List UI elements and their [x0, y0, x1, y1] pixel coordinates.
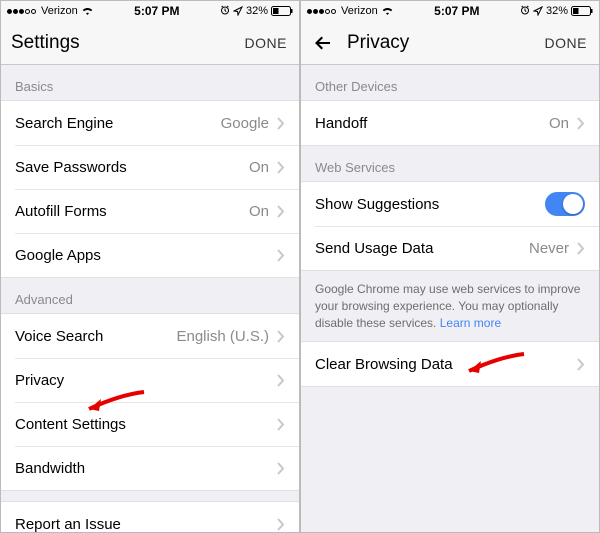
nav-header: Settings DONE [1, 21, 299, 65]
chevron-right-icon [577, 242, 585, 255]
battery-percent: 32% [546, 5, 568, 17]
battery-percent: 32% [246, 5, 268, 17]
screen-settings: Verizon 5:07 PM 32% Settings DONE Basics [0, 0, 300, 533]
status-time: 5:07 PM [134, 4, 179, 18]
screen-privacy: Verizon 5:07 PM 32% Privacy DONE Oth [300, 0, 600, 533]
group-web-services: Show Suggestions Send Usage Data Never [301, 181, 599, 271]
row-value: English (U.S.) [176, 328, 269, 345]
signal-dots-icon [7, 9, 36, 14]
row-label: Google Apps [15, 247, 277, 264]
page-title: Settings [11, 32, 80, 54]
carrier-label: Verizon [341, 5, 378, 17]
done-button[interactable]: DONE [245, 35, 287, 51]
row-label: Send Usage Data [315, 240, 529, 257]
chevron-right-icon [577, 358, 585, 371]
location-icon [533, 6, 543, 16]
row-bandwidth[interactable]: Bandwidth [1, 446, 299, 490]
learn-more-link[interactable]: Learn more [440, 316, 501, 330]
row-google-apps[interactable]: Google Apps [1, 233, 299, 277]
section-header-basics: Basics [1, 65, 299, 100]
row-label: Voice Search [15, 328, 176, 345]
carrier-label: Verizon [41, 5, 78, 17]
section-header-advanced: Advanced [1, 278, 299, 313]
row-label: Handoff [315, 115, 549, 132]
privacy-content[interactable]: Other Devices Handoff On Web Services Sh… [301, 65, 599, 532]
alarm-icon [220, 5, 230, 18]
row-report-issue[interactable]: Report an Issue [1, 502, 299, 532]
row-label: Show Suggestions [315, 196, 545, 213]
section-header-other-devices: Other Devices [301, 65, 599, 100]
group-support: Report an Issue Google Chrome [1, 501, 299, 532]
chevron-right-icon [277, 249, 285, 262]
wifi-icon [81, 6, 94, 16]
group-advanced: Voice Search English (U.S.) Privacy Cont… [1, 313, 299, 491]
chevron-right-icon [277, 418, 285, 431]
row-search-engine[interactable]: Search Engine Google [1, 101, 299, 145]
row-voice-search[interactable]: Voice Search English (U.S.) [1, 314, 299, 358]
chevron-right-icon [277, 374, 285, 387]
chevron-right-icon [277, 205, 285, 218]
row-label: Report an Issue [15, 516, 277, 533]
back-button[interactable] [311, 31, 335, 55]
row-value: On [249, 159, 269, 176]
row-send-usage-data[interactable]: Send Usage Data Never [301, 226, 599, 270]
row-content-settings[interactable]: Content Settings [1, 402, 299, 446]
web-services-footnote: Google Chrome may use web services to im… [301, 271, 599, 341]
row-label: Clear Browsing Data [315, 356, 577, 373]
chevron-right-icon [577, 117, 585, 130]
chevron-right-icon [277, 161, 285, 174]
chevron-right-icon [277, 330, 285, 343]
row-autofill-forms[interactable]: Autofill Forms On [1, 189, 299, 233]
status-bar: Verizon 5:07 PM 32% [301, 1, 599, 21]
done-button[interactable]: DONE [545, 35, 587, 51]
wifi-icon [381, 6, 394, 16]
alarm-icon [520, 5, 530, 18]
row-label: Search Engine [15, 115, 221, 132]
status-left: Verizon [7, 5, 94, 17]
row-value: On [249, 203, 269, 220]
group-other-devices: Handoff On [301, 100, 599, 146]
battery-icon [571, 6, 593, 16]
row-value: Never [529, 240, 569, 257]
row-label: Bandwidth [15, 460, 277, 477]
row-value: On [549, 115, 569, 132]
status-left: Verizon [307, 5, 394, 17]
row-label: Content Settings [15, 416, 277, 433]
chevron-right-icon [277, 117, 285, 130]
row-save-passwords[interactable]: Save Passwords On [1, 145, 299, 189]
status-bar: Verizon 5:07 PM 32% [1, 1, 299, 21]
nav-header: Privacy DONE [301, 21, 599, 65]
row-privacy[interactable]: Privacy [1, 358, 299, 402]
group-clear: Clear Browsing Data [301, 341, 599, 387]
row-clear-browsing-data[interactable]: Clear Browsing Data [301, 342, 599, 386]
status-time: 5:07 PM [434, 4, 479, 18]
settings-content[interactable]: Basics Search Engine Google Save Passwor… [1, 65, 299, 532]
chevron-right-icon [277, 518, 285, 531]
status-right: 32% [520, 5, 593, 18]
section-header-web-services: Web Services [301, 146, 599, 181]
toggle-show-suggestions[interactable] [545, 192, 585, 216]
signal-dots-icon [307, 9, 336, 14]
chevron-right-icon [277, 462, 285, 475]
status-right: 32% [220, 5, 293, 18]
battery-icon [271, 6, 293, 16]
page-title: Privacy [347, 32, 409, 54]
row-label: Privacy [15, 372, 277, 389]
row-label: Save Passwords [15, 159, 249, 176]
group-basics: Search Engine Google Save Passwords On A… [1, 100, 299, 278]
location-icon [233, 6, 243, 16]
row-value: Google [221, 115, 269, 132]
row-handoff[interactable]: Handoff On [301, 101, 599, 145]
row-show-suggestions[interactable]: Show Suggestions [301, 182, 599, 226]
row-label: Autofill Forms [15, 203, 249, 220]
